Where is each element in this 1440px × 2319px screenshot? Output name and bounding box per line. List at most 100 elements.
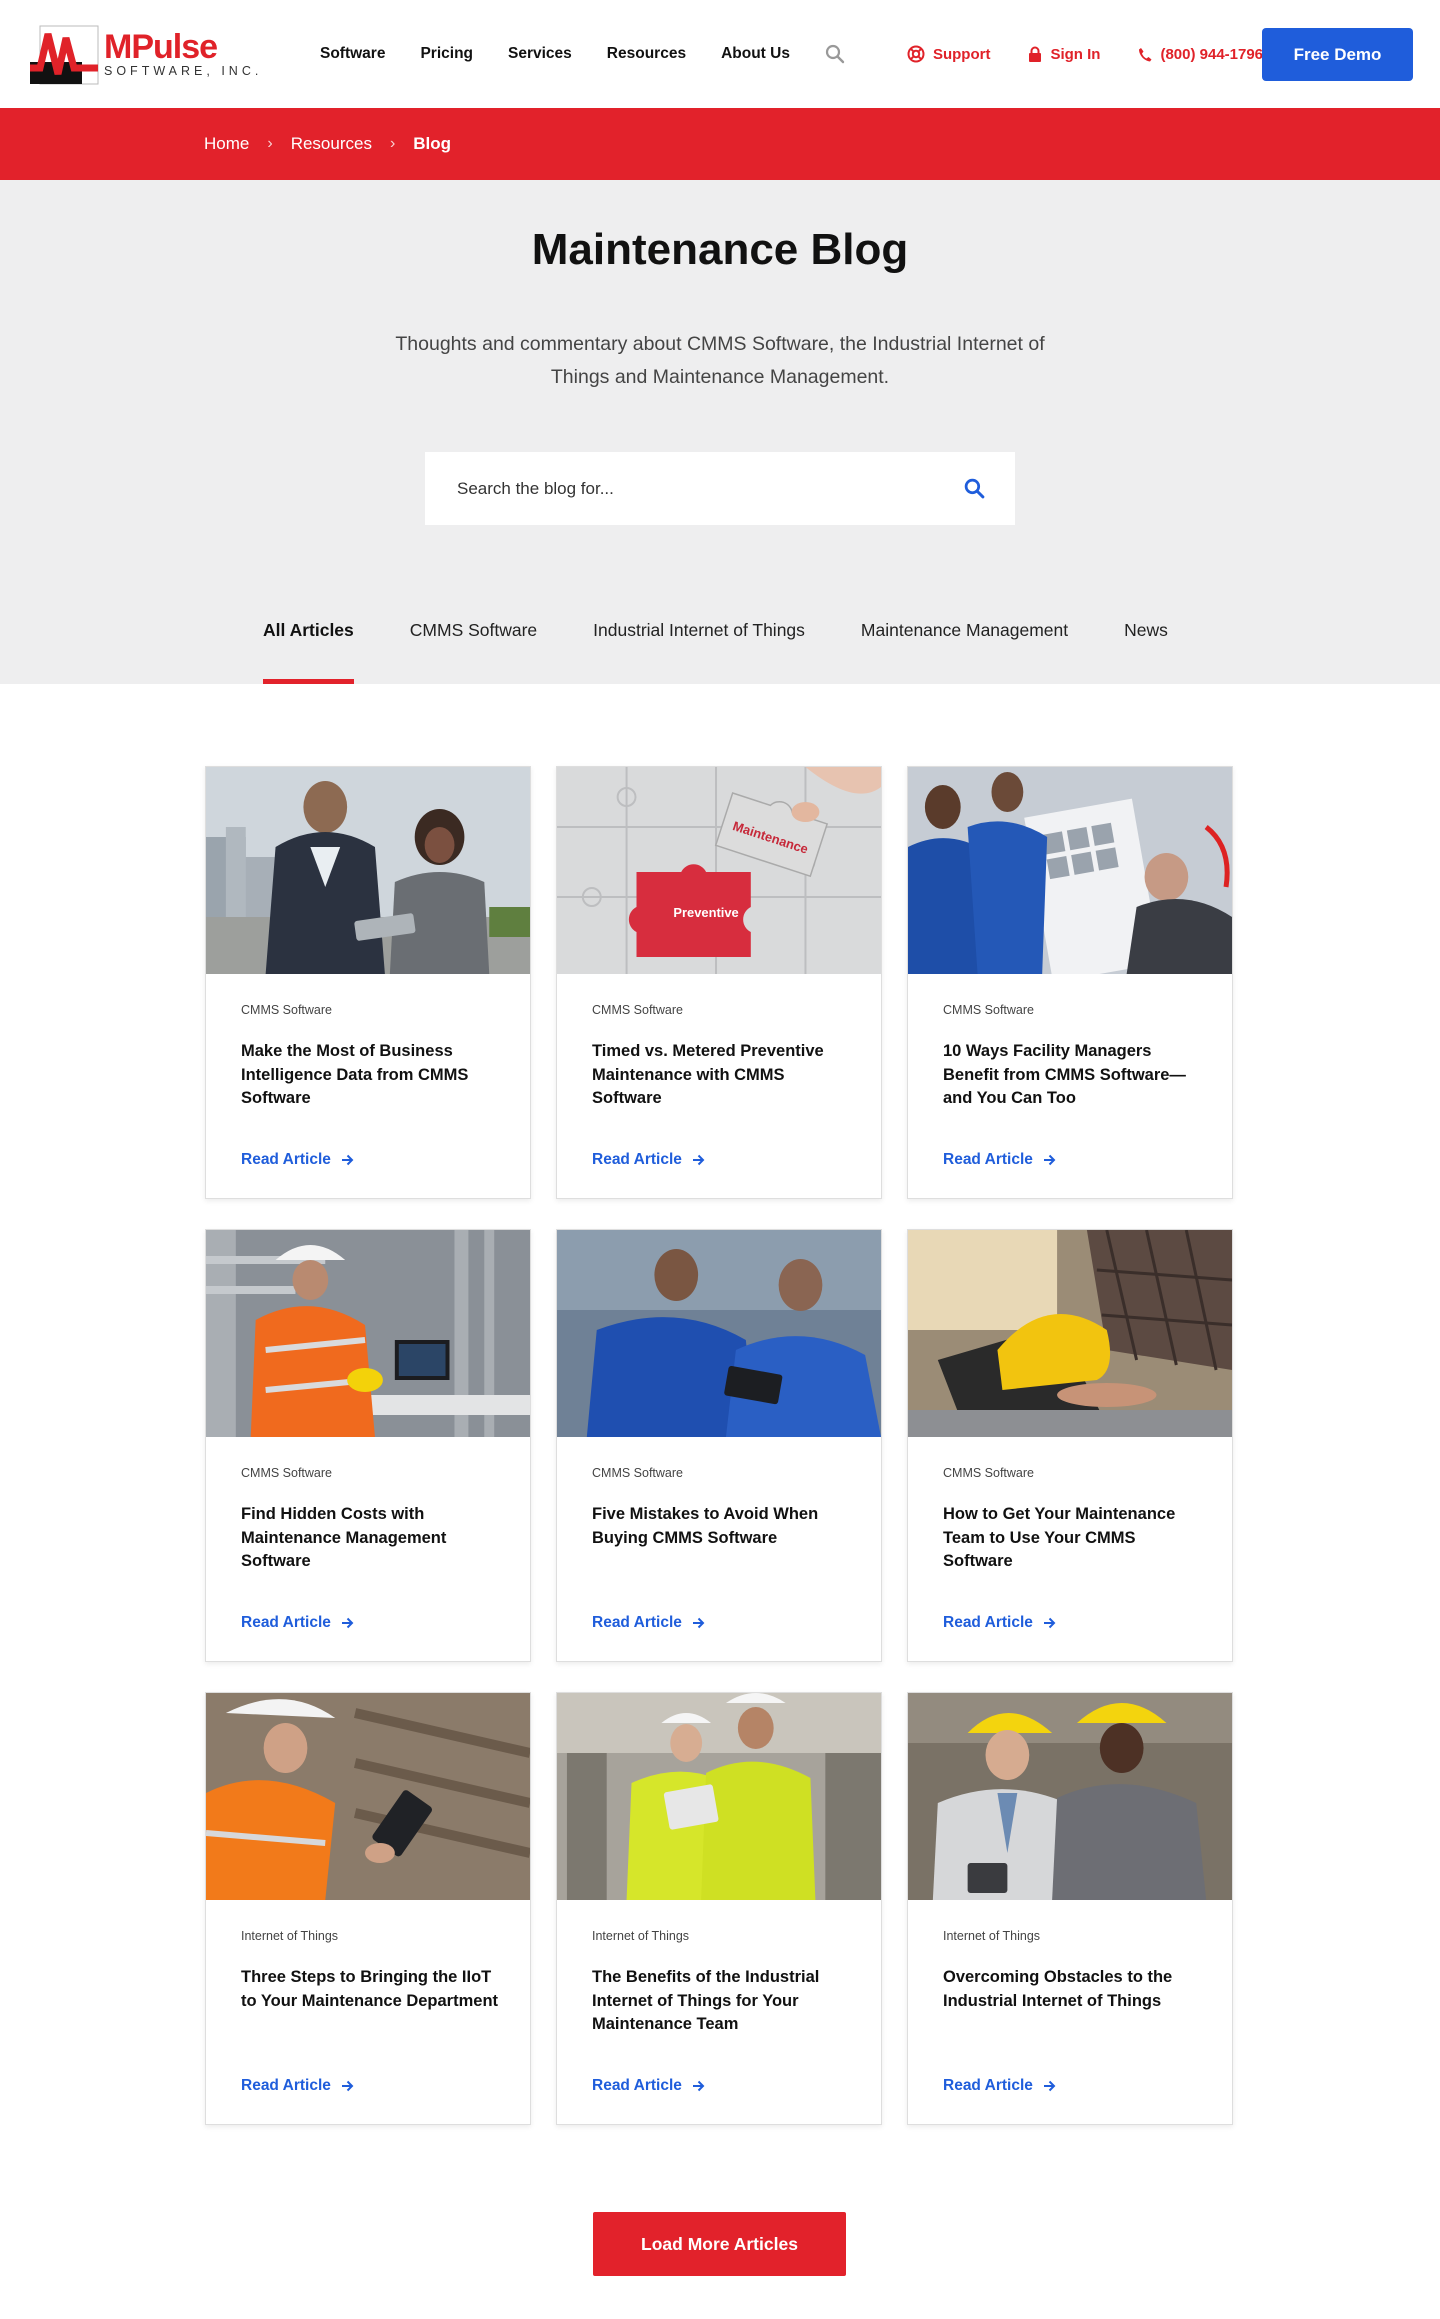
blog-search (425, 452, 1015, 525)
read-article-label: Read Article (241, 2077, 331, 2094)
lock-icon (1029, 46, 1042, 62)
puzzle-text-preventive: Preventive (673, 905, 738, 920)
read-article-link[interactable]: Read Article (241, 1151, 354, 1169)
article-title[interactable]: Five Mistakes to Avoid When Buying CMMS … (592, 1503, 857, 1550)
chevron-right-icon: › (267, 135, 273, 152)
nav-item-pricing[interactable]: Pricing (420, 45, 473, 63)
breadcrumb-current: Blog (413, 134, 452, 153)
read-article-label: Read Article (592, 2077, 682, 2094)
article-image: Preventive Maintenance (557, 767, 881, 974)
article-image (557, 1693, 881, 1900)
article-title[interactable]: Timed vs. Metered Preventive Maintenance… (592, 1040, 857, 1111)
sign-in-link[interactable]: Sign In (1028, 46, 1100, 63)
free-demo-button[interactable]: Free Demo (1262, 28, 1413, 81)
article-card[interactable]: Preventive Maintenance CMMS Software Tim… (556, 766, 882, 1199)
article-image (908, 1693, 1232, 1900)
article-title[interactable]: 10 Ways Facility Managers Benefit from C… (943, 1040, 1208, 1111)
category-tabs: All Articles CMMS Software Industrial In… (263, 620, 1224, 684)
read-article-label: Read Article (241, 1151, 331, 1168)
article-image (206, 767, 530, 974)
support-link[interactable]: Support (907, 45, 991, 63)
read-article-link[interactable]: Read Article (241, 1614, 354, 1632)
article-category: CMMS Software (592, 1003, 683, 1017)
article-title[interactable]: The Benefits of the Industrial Internet … (592, 1966, 857, 2037)
sign-in-label: Sign In (1050, 45, 1101, 63)
search-icon[interactable] (825, 44, 845, 64)
article-category: CMMS Software (943, 1003, 1034, 1017)
article-title[interactable]: Overcoming Obstacles to the Industrial I… (943, 1966, 1208, 2013)
article-grid: CMMS Software Make the Most of Business … (205, 766, 1235, 2125)
logo-wordmark: MPulse (104, 28, 218, 66)
article-image (557, 1230, 881, 1437)
tab-news[interactable]: News (1124, 620, 1168, 684)
article-card[interactable]: CMMS Software How to Get Your Maintenanc… (907, 1229, 1233, 1662)
read-article-link[interactable]: Read Article (592, 1151, 705, 1169)
article-card[interactable]: Internet of Things The Benefits of the I… (556, 1692, 882, 2125)
support-label: Support (932, 45, 991, 63)
read-article-link[interactable]: Read Article (241, 2077, 354, 2095)
blog-hero: Maintenance Blog Thoughts and commentary… (0, 180, 1440, 684)
mpulse-logo[interactable]: MPulse SOFTWARE, INC. (28, 22, 268, 86)
search-icon[interactable] (964, 478, 985, 499)
arrow-right-icon (1043, 1154, 1056, 1166)
logo-subtitle: SOFTWARE, INC. (104, 64, 263, 78)
main-nav: Software Pricing Services Resources Abou… (320, 45, 825, 63)
nav-item-software[interactable]: Software (320, 45, 385, 63)
phone-link[interactable]: (800) 944-1796 (1138, 46, 1263, 63)
logo-text: MPulse SOFTWARE, INC. (104, 30, 262, 78)
article-category: Internet of Things (943, 1929, 1041, 1943)
breadcrumb: Home › Resources › Blog (0, 108, 1440, 180)
page-subtitle: Thoughts and commentary about CMMS Softw… (395, 333, 1045, 388)
article-card[interactable]: CMMS Software Make the Most of Business … (205, 766, 531, 1199)
arrow-right-icon (692, 2080, 705, 2092)
tab-all-articles[interactable]: All Articles (263, 620, 354, 684)
blog-search-input[interactable] (457, 478, 964, 499)
site-header: MPulse SOFTWARE, INC. Software Pricing S… (0, 0, 1440, 108)
article-category: CMMS Software (241, 1003, 332, 1017)
article-card[interactable]: Internet of Things Overcoming Obstacles … (907, 1692, 1233, 2125)
read-article-link[interactable]: Read Article (943, 1614, 1056, 1632)
arrow-right-icon (692, 1154, 705, 1166)
read-article-label: Read Article (241, 1614, 331, 1631)
read-article-label: Read Article (592, 1151, 682, 1168)
read-article-link[interactable]: Read Article (943, 2077, 1056, 2095)
article-card[interactable]: Internet of Things Three Steps to Bringi… (205, 1692, 531, 2125)
article-card[interactable]: CMMS Software 10 Ways Facility Managers … (907, 766, 1233, 1199)
lifebuoy-icon (907, 45, 925, 63)
article-image (206, 1230, 530, 1437)
read-article-link[interactable]: Read Article (943, 1151, 1056, 1169)
article-title[interactable]: Make the Most of Business Intelligence D… (241, 1040, 506, 1111)
article-title[interactable]: Find Hidden Costs with Maintenance Manag… (241, 1503, 506, 1574)
article-card[interactable]: CMMS Software Find Hidden Costs with Mai… (205, 1229, 531, 1662)
tab-cmms-software[interactable]: CMMS Software (410, 620, 537, 684)
read-article-label: Read Article (592, 1614, 682, 1631)
phone-icon (1139, 47, 1152, 61)
article-category: CMMS Software (943, 1466, 1034, 1480)
article-image (908, 1230, 1232, 1437)
read-article-link[interactable]: Read Article (592, 2077, 705, 2095)
article-card[interactable]: CMMS Software Five Mistakes to Avoid Whe… (556, 1229, 882, 1662)
article-category: CMMS Software (241, 1466, 332, 1480)
tab-maintenance-management[interactable]: Maintenance Management (861, 620, 1068, 684)
article-category: Internet of Things (592, 1929, 690, 1943)
article-image (206, 1693, 530, 1900)
article-category: Internet of Things (241, 1929, 339, 1943)
phone-label: (800) 944-1796 (1160, 45, 1264, 63)
breadcrumb-resources[interactable]: Resources (291, 134, 372, 154)
breadcrumb-home[interactable]: Home (204, 134, 249, 154)
nav-item-services[interactable]: Services (508, 45, 572, 63)
mpulse-logo-mark (30, 25, 99, 85)
nav-item-about-us[interactable]: About Us (721, 45, 790, 63)
article-title[interactable]: How to Get Your Maintenance Team to Use … (943, 1503, 1208, 1574)
page-title: Maintenance Blog (531, 225, 909, 274)
arrow-right-icon (1043, 1617, 1056, 1629)
tab-industrial-iot[interactable]: Industrial Internet of Things (593, 620, 805, 684)
arrow-right-icon (341, 1154, 354, 1166)
arrow-right-icon (1043, 2080, 1056, 2092)
load-more-button[interactable]: Load More Articles (593, 2212, 846, 2276)
read-article-label: Read Article (943, 2077, 1033, 2094)
article-title[interactable]: Three Steps to Bringing the IIoT to Your… (241, 1966, 506, 2013)
nav-item-resources[interactable]: Resources (607, 45, 686, 63)
read-article-link[interactable]: Read Article (592, 1614, 705, 1632)
read-article-label: Read Article (943, 1151, 1033, 1168)
